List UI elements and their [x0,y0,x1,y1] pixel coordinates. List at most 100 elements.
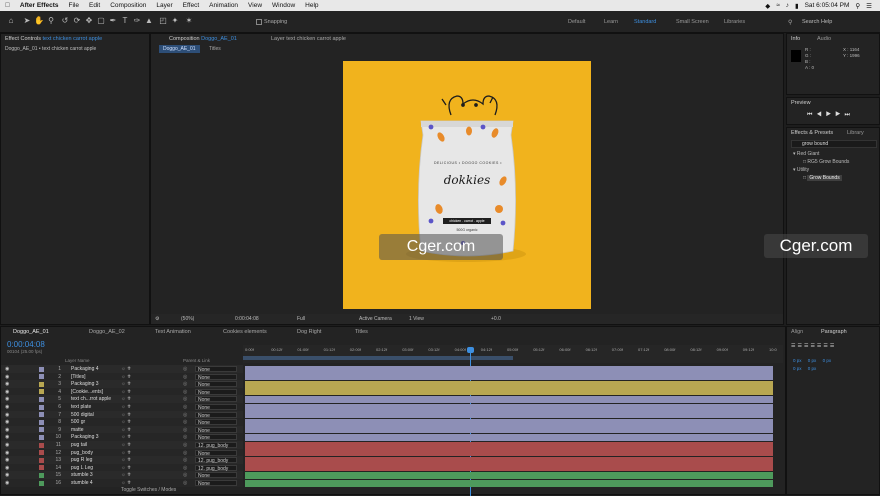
space-after[interactable]: 0 px [808,366,817,371]
workspace-small-screen[interactable]: Small Screen [676,19,709,25]
tree-grow-bounds[interactable]: □ Grow Bounds [793,174,849,182]
layer-duration-bar[interactable] [245,426,773,434]
parent-dropdown[interactable]: None [195,366,237,373]
align-tab[interactable]: Align [791,327,803,337]
time-ruler[interactable]: 0:00f 00:12f 01:00f 01:12f 02:00f 02:12f 03:00… [243,345,783,363]
label-color-swatch[interactable] [39,412,44,418]
tree-red-giant[interactable]: ▾ Red Giant [793,150,849,158]
menu-file[interactable]: File [64,2,84,9]
label-color-swatch[interactable] [39,404,44,410]
selection-tool-icon[interactable]: ➤ [22,16,32,26]
timeline-tab-0[interactable]: Doggo_AE_01 [13,327,49,337]
resolution-dropdown[interactable]: Full [297,314,305,324]
timeline-tab-5[interactable]: Titles [355,327,368,337]
label-color-swatch[interactable] [39,381,44,387]
paragraph-align-icons[interactable]: ☰☰☰☰☰☰☰ [791,343,836,349]
effects-presets-tab[interactable]: Effects & Presets [791,128,833,138]
layer-duration-bar[interactable] [245,388,773,396]
parent-dropdown[interactable]: None [195,388,237,396]
layer-duration-bar[interactable] [245,411,773,419]
comp-timecode[interactable]: 0:00:04:08 [235,314,259,324]
layer-duration-bar[interactable] [245,403,773,411]
menu-help[interactable]: Help [300,2,323,9]
layer-viewer-tab[interactable]: Layer text chicken carrot apple [271,34,346,44]
paragraph-tab[interactable]: Paragraph [821,327,847,337]
wifi-icon[interactable]: ≈ [776,2,780,9]
layer-name[interactable]: stumble 4 [71,479,93,487]
comp-canvas[interactable]: dokkies DELICIOUS • DOGGO COOKIES • chic… [343,61,591,309]
workspace-libraries[interactable]: Libraries [724,19,745,25]
menu-clock[interactable]: Sat 6:05:04 PM [805,2,850,9]
parent-dropdown[interactable]: None [195,480,237,487]
indent-left[interactable]: 0 px [793,358,802,363]
parent-dropdown[interactable]: 12. pug_body [195,457,237,464]
views-dropdown[interactable]: 1 View [409,314,424,324]
label-color-swatch[interactable] [39,419,44,425]
parent-dropdown[interactable]: None [195,411,237,419]
effect-controls-tab[interactable]: Effect Controls text chicken carrot appl… [5,34,102,44]
type-tool-icon[interactable]: T [120,16,130,26]
indent-fields[interactable]: 0 px 0 px 0 px 0 px 0 px [793,357,831,373]
parent-dropdown[interactable]: None [195,434,237,441]
indent-right[interactable]: 0 px [808,358,817,363]
layer-duration-bar[interactable] [245,365,773,373]
effects-search-input[interactable]: grow bound [791,140,877,148]
label-color-swatch[interactable] [39,450,44,456]
audio-tab[interactable]: Audio [817,34,831,44]
label-color-swatch[interactable] [39,465,44,471]
layer-duration-bar[interactable] [245,373,773,381]
orbit-tool-icon[interactable]: ⟳ [72,16,82,26]
rotate-tool-icon[interactable]: ↺ [60,16,70,26]
label-color-swatch[interactable] [39,480,44,486]
layer-duration-bar[interactable] [245,479,773,487]
brush-tool-icon[interactable]: ✑ [132,16,142,26]
play-icon[interactable]: ▶ [826,112,835,118]
label-color-swatch[interactable] [39,434,44,440]
info-tab[interactable]: Info [791,34,800,44]
parent-dropdown[interactable]: None [195,472,237,479]
layer-duration-bar[interactable] [245,456,773,464]
menu-animation[interactable]: Animation [204,2,243,9]
label-color-swatch[interactable] [39,472,44,478]
first-frame-icon[interactable]: ⏮ [807,112,816,118]
roto-brush-tool-icon[interactable]: ✦ [170,16,180,26]
search-help-field[interactable]: Search Help [802,19,832,25]
tree-rg5-grow-bounds[interactable]: □ RG5 Grow Bounds [793,158,849,166]
camera-dropdown[interactable]: Active Camera [359,314,392,324]
preview-tab[interactable]: Preview [791,98,811,108]
menu-edit[interactable]: Edit [84,2,105,9]
apple-icon[interactable]:  [0,2,15,9]
parent-pickwhip-icon[interactable]: ◎ [183,479,187,487]
menu-list-icon[interactable]: ☰ [866,2,872,10]
parent-dropdown[interactable]: None [195,373,237,381]
volume-icon[interactable]: ♪ [786,2,789,9]
parent-dropdown[interactable]: None [195,396,237,403]
layer-duration-bar[interactable] [245,449,773,457]
workspace-learn[interactable]: Learn [604,19,618,25]
hand-tool-icon[interactable]: ✋ [34,16,44,26]
layer-duration-bar[interactable] [245,464,773,472]
layer-duration-bar[interactable] [245,418,773,426]
timeline-tab-2[interactable]: Text Animation [155,327,191,337]
workspace-default[interactable]: Default [568,19,585,25]
zoom-dropdown[interactable]: (50%) [181,314,194,324]
workspace-standard[interactable]: Standard [634,19,656,25]
layer-duration-bar[interactable] [245,433,773,441]
label-color-swatch[interactable] [39,374,44,380]
pan-behind-tool-icon[interactable]: ✥ [84,16,94,26]
label-color-swatch[interactable] [39,366,44,372]
parent-dropdown[interactable]: None [195,449,237,457]
parent-dropdown[interactable]: None [195,381,237,388]
menu-view[interactable]: View [243,2,267,9]
exposure-value[interactable]: +0.0 [491,314,501,324]
playhead-handle[interactable] [467,347,474,353]
parent-dropdown[interactable]: None [195,426,237,434]
label-color-swatch[interactable] [39,442,44,448]
snapping-checkbox[interactable] [256,19,262,25]
dropbox-icon[interactable]: ◆ [765,2,770,10]
timeline-tab-4[interactable]: Dog Right [297,327,321,337]
indent-first[interactable]: 0 px [823,358,832,363]
zoom-tool-icon[interactable]: ⚲ [46,16,56,26]
composition-tab[interactable]: Composition Doggo_AE_01 [169,34,237,44]
layer-duration-bar[interactable] [245,471,773,479]
